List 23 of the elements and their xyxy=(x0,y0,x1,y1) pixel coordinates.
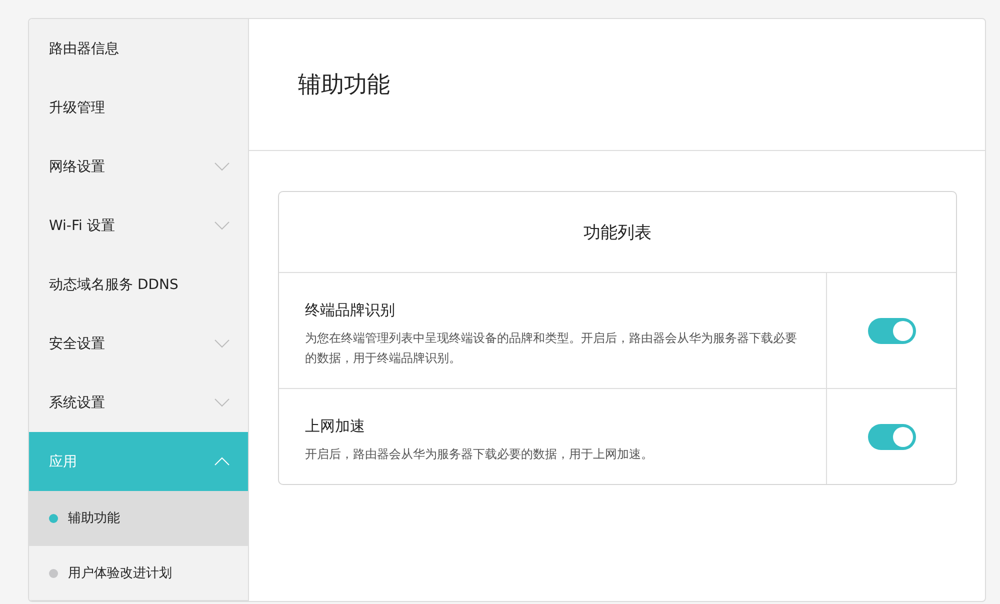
chevron-down-icon xyxy=(214,339,230,348)
nav-item[interactable]: Wi-Fi 设置 xyxy=(29,196,248,255)
chevron-down-icon xyxy=(214,162,230,171)
nav-item[interactable]: 动态域名服务 DDNS xyxy=(29,255,248,314)
toggle-switch[interactable] xyxy=(868,424,916,450)
bullet-icon xyxy=(49,514,58,522)
nav-item[interactable]: 系统设置 xyxy=(29,373,248,432)
nav-item[interactable]: 升级管理 xyxy=(29,78,248,137)
feature-name: 上网加速 xyxy=(305,417,366,436)
chevron-down-icon xyxy=(214,221,230,230)
bullet-icon xyxy=(49,568,58,578)
feature-description: 为您在终端管理列表中呈现终端设备的品牌和类型。开启后，路由器会从华为服务器下载必要的数据，用于终端品牌识别。 xyxy=(305,330,798,367)
toggle-switch[interactable] xyxy=(868,318,916,344)
feature-name: 终端品牌识别 xyxy=(305,301,396,320)
page-title: 辅助功能 xyxy=(298,71,390,100)
nav-subitem[interactable]: 辅助功能 xyxy=(29,491,248,546)
nav-item[interactable]: 网络设置 xyxy=(29,137,248,196)
chevron-up-icon xyxy=(214,457,230,466)
feature-description: 开启后，路由器会从华为服务器下载必要的数据，用于上网加速。 xyxy=(305,446,654,463)
nav-item[interactable]: 安全设置 xyxy=(29,314,248,373)
card-title: 功能列表 xyxy=(279,192,956,273)
nav-item[interactable]: 路由器信息 xyxy=(29,19,248,78)
chevron-down-icon xyxy=(214,398,230,407)
